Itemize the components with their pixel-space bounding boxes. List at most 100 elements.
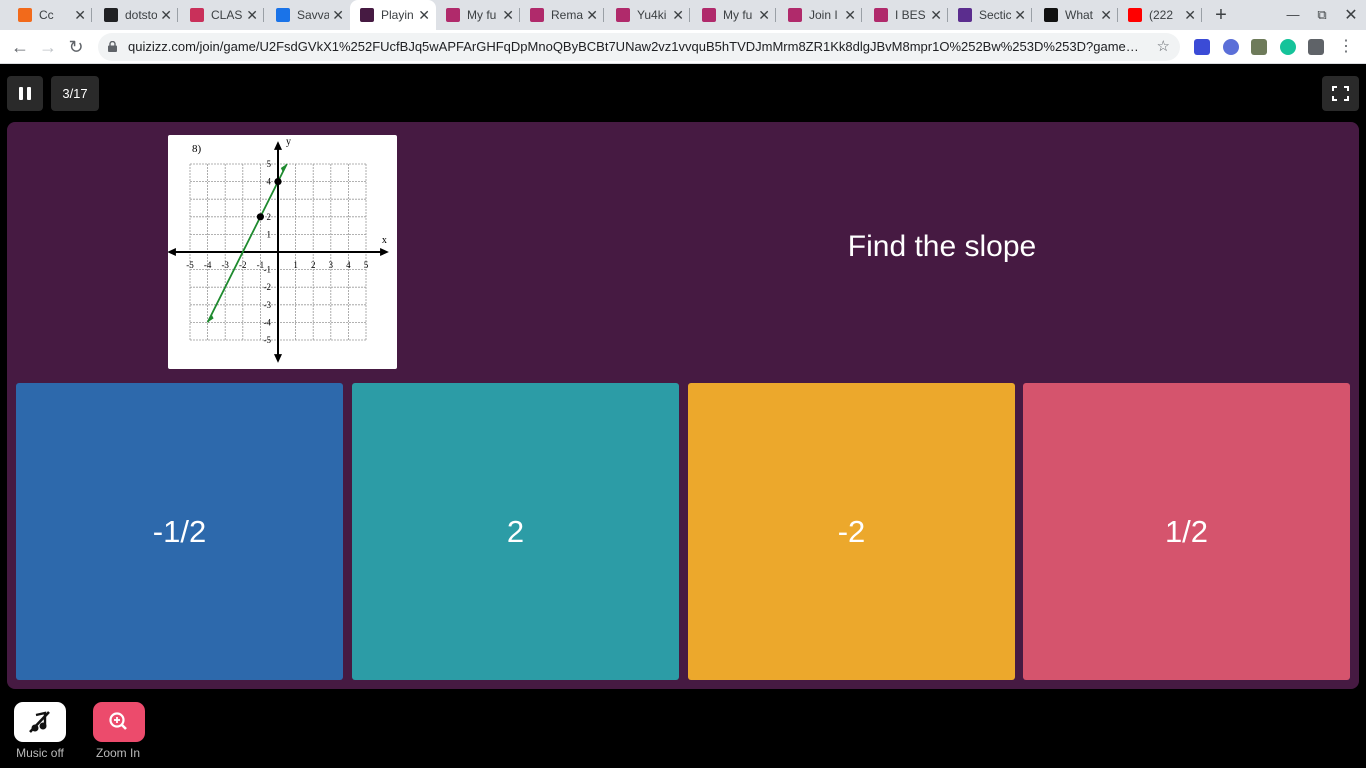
- x-axis-label: x: [382, 235, 387, 246]
- tab-separator: [1031, 8, 1032, 22]
- close-window-icon[interactable]: ✕: [1340, 5, 1362, 25]
- tab-separator: [689, 8, 690, 22]
- extension-bear-icon[interactable]: [1251, 39, 1267, 55]
- answer-option-4[interactable]: 1/2: [1023, 383, 1350, 680]
- tab-separator: [1117, 8, 1118, 22]
- answer-option-label: -2: [837, 513, 866, 549]
- y-tick-label: -4: [264, 317, 272, 327]
- browser-tab[interactable]: Playing ✕: [350, 0, 436, 30]
- x-tick-label: 5: [364, 260, 369, 270]
- y-axis-label: y: [286, 137, 291, 148]
- tab-close-icon[interactable]: ✕: [418, 7, 430, 23]
- tab-favicon-icon: [616, 8, 630, 22]
- browser-tab[interactable]: dotstorm✕: [96, 0, 178, 30]
- tab-close-icon[interactable]: ✕: [160, 7, 172, 23]
- tab-close-icon[interactable]: ✕: [246, 7, 258, 23]
- extension-globe-icon[interactable]: [1223, 39, 1239, 55]
- pause-button[interactable]: [7, 76, 43, 111]
- tab-title: I BES: [895, 8, 926, 22]
- tab-favicon-icon: [702, 8, 716, 22]
- browser-tab[interactable]: Cc ✕: [10, 0, 92, 30]
- tab-close-icon[interactable]: ✕: [74, 7, 86, 23]
- browser-tab[interactable]: Join I ✕: [780, 0, 862, 30]
- music-toggle-button[interactable]: [14, 702, 66, 742]
- tab-separator: [263, 8, 264, 22]
- lock-icon: [108, 41, 117, 52]
- answer-option-label: 1/2: [1164, 513, 1209, 549]
- browser-tab[interactable]: Yu4ki ✕: [608, 0, 690, 30]
- tab-separator: [947, 8, 948, 22]
- y-tick-label: 4: [267, 177, 272, 187]
- tab-title: My fu: [467, 8, 497, 22]
- y-axis-arrow: [274, 354, 282, 363]
- y-tick-label: -2: [264, 282, 272, 292]
- graph-line: [206, 163, 288, 323]
- tab-favicon-icon: [446, 8, 460, 22]
- x-tick-label: 3: [329, 260, 334, 270]
- tab-favicon-icon: [276, 8, 290, 22]
- browser-tab[interactable]: (222 ✕: [1120, 0, 1202, 30]
- browser-tab[interactable]: My fu ✕: [694, 0, 776, 30]
- y-tick-label: 5: [267, 159, 272, 169]
- tab-close-icon[interactable]: ✕: [332, 7, 344, 23]
- browser-toolbar: ← → ↻ quizizz.com/join/game/U2FsdGVkX1%2…: [0, 30, 1366, 64]
- tab-favicon-icon: [18, 8, 32, 22]
- question-image: -5 -4 -3 -2 -1 1 2 3 4 5 5 4 2 1 -1 -2 -3 -4 -5 x y 8): [167, 135, 397, 369]
- problem-number: 8): [192, 143, 202, 155]
- browser-tab[interactable]: Savvas✕: [268, 0, 350, 30]
- tab-close-icon[interactable]: ✕: [586, 7, 598, 23]
- question-panel: -5 -4 -3 -2 -1 1 2 3 4 5 5 4 2 1 -1 -2 -3 -4 -5 x y 8) Find t…: [7, 122, 1359, 689]
- tab-close-icon[interactable]: ✕: [844, 7, 856, 23]
- x-tick-label: -2: [239, 260, 247, 270]
- browser-tab[interactable]: I BES ✕: [866, 0, 948, 30]
- tab-title: Playing: [381, 8, 413, 22]
- x-tick-label: -4: [204, 260, 212, 270]
- minimize-icon[interactable]: —: [1282, 7, 1304, 22]
- tab-separator: [603, 8, 604, 22]
- x-tick-label: 1: [293, 260, 298, 270]
- browser-tab-strip: + — ⧉ ✕ Cc✕dotstorm✕CLASSROOM✕Savvas✕Pla…: [0, 0, 1366, 30]
- zoom-label: Zoom In: [95, 746, 140, 760]
- tab-close-icon[interactable]: ✕: [672, 7, 684, 23]
- restore-icon[interactable]: ⧉: [1311, 7, 1333, 23]
- magnifier-plus-icon: [109, 712, 127, 730]
- back-arrow-icon[interactable]: ←: [8, 35, 32, 59]
- browser-tab[interactable]: What ✕: [1036, 0, 1118, 30]
- browser-tab[interactable]: Sectic ✕: [950, 0, 1032, 30]
- tab-close-icon[interactable]: ✕: [502, 7, 514, 23]
- grammarly-icon[interactable]: [1280, 39, 1296, 55]
- fullscreen-button[interactable]: [1322, 76, 1359, 111]
- zoom-in-button[interactable]: [93, 702, 145, 742]
- new-tab-button[interactable]: +: [1210, 4, 1232, 27]
- tab-title: My fu: [723, 8, 753, 22]
- tab-close-icon[interactable]: ✕: [930, 7, 942, 23]
- answer-option-1[interactable]: -1/2: [16, 383, 343, 680]
- reload-icon[interactable]: ↻: [64, 35, 88, 59]
- browser-tab[interactable]: Rema ✕: [522, 0, 604, 30]
- tab-close-icon[interactable]: ✕: [1014, 7, 1026, 23]
- answer-option-3[interactable]: -2: [688, 383, 1015, 680]
- tab-separator: [775, 8, 776, 22]
- answer-option-label: 2: [506, 513, 525, 549]
- tab-separator: [177, 8, 178, 22]
- extension-c-icon[interactable]: [1194, 39, 1210, 55]
- tab-title: Sectic: [979, 8, 1011, 22]
- tab-favicon-icon: [1128, 8, 1142, 22]
- y-tick-label: -1: [264, 265, 272, 275]
- forward-arrow-icon[interactable]: →: [36, 35, 60, 59]
- browser-tab[interactable]: My fu ✕: [438, 0, 520, 30]
- address-bar[interactable]: quizizz.com/join/game/U2FsdGVkX1%252FUcf…: [98, 33, 1180, 61]
- x-tick-label: -3: [221, 260, 229, 270]
- bookmark-star-icon[interactable]: ☆: [1157, 37, 1170, 55]
- tab-close-icon[interactable]: ✕: [1100, 7, 1112, 23]
- answer-option-2[interactable]: 2: [352, 383, 679, 680]
- music-off-icon: [29, 711, 50, 733]
- browser-tab[interactable]: CLASSROOM✕: [182, 0, 264, 30]
- tab-close-icon[interactable]: ✕: [1184, 7, 1196, 23]
- tab-favicon-icon: [874, 8, 888, 22]
- music-label: Music off: [16, 746, 64, 760]
- line-point: [256, 213, 264, 221]
- extensions-puzzle-icon[interactable]: [1308, 39, 1324, 55]
- tab-close-icon[interactable]: ✕: [758, 7, 770, 23]
- browser-menu-icon[interactable]: ⋮: [1334, 35, 1358, 59]
